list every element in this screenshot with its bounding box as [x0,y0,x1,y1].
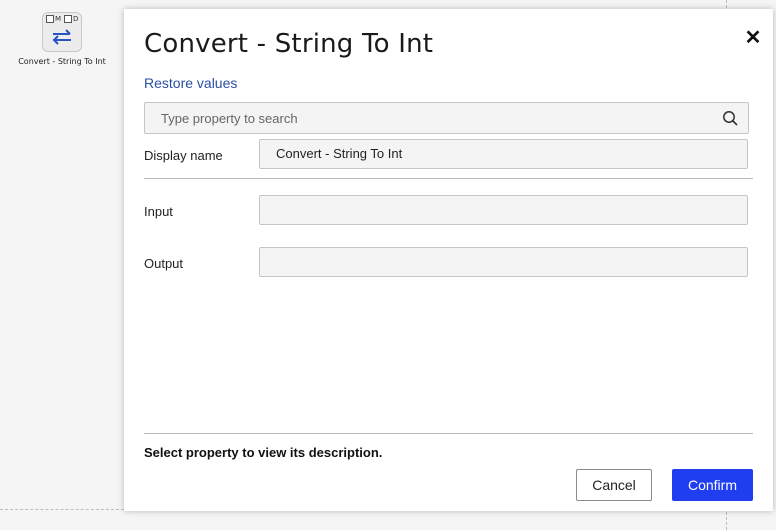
property-description: Select property to view its description. [144,445,383,460]
node-flags: M D [46,15,78,23]
property-search [144,102,749,134]
display-name-field[interactable]: Convert - String To Int [259,139,748,169]
output-label: Output [144,256,184,271]
swap-arrows-icon [51,29,73,50]
flag-m-checkbox[interactable] [46,15,54,23]
node-box[interactable]: M D [42,12,82,52]
display-name-label: Display name [144,148,223,163]
close-icon[interactable]: ✕ [744,28,762,48]
restore-values-link[interactable]: Restore values [144,75,237,91]
flag-m-label: M [55,15,62,23]
canvas-guide-horizontal [0,509,124,510]
confirm-button[interactable]: Confirm [672,469,753,501]
flag-d-checkbox[interactable] [64,15,73,23]
dialog-title: Convert - String To Int [144,29,434,59]
input-field[interactable] [259,195,748,225]
node-label: Convert - String To Int [18,57,106,66]
output-field[interactable] [259,247,748,277]
properties-dialog: Convert - String To Int ✕ Restore values… [124,9,773,511]
divider-bottom [144,433,753,434]
workflow-node[interactable]: M D Convert - String To Int [10,12,114,66]
flag-d-label: D [73,15,79,23]
divider-top [144,178,753,179]
cancel-button[interactable]: Cancel [576,469,652,501]
search-icon[interactable] [722,110,738,131]
input-label: Input [144,204,173,219]
search-input[interactable] [145,103,715,133]
